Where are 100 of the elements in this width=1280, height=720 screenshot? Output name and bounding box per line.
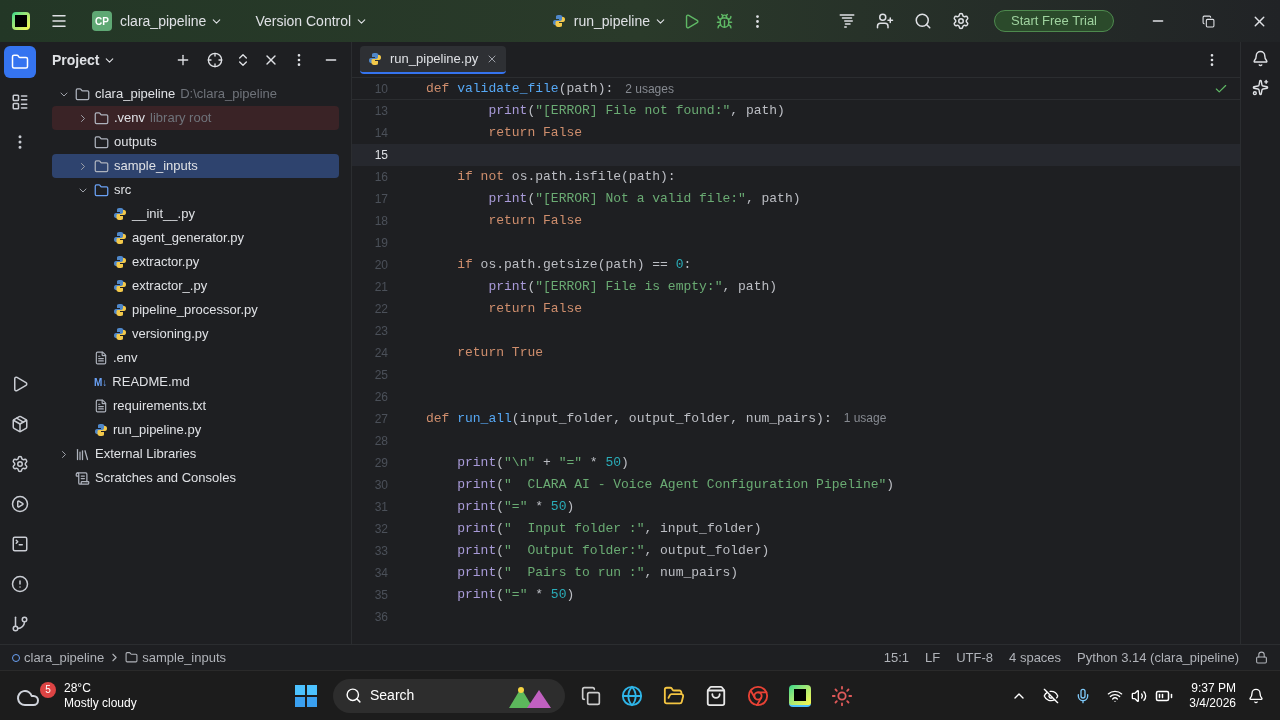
tree-item[interactable]: sample_inputs [52,154,339,178]
item-label: pipeline_processor.py [132,301,258,320]
item-label: sample_inputs [114,157,198,176]
item-label: README.md [112,373,190,392]
volume-icon[interactable] [1131,687,1148,704]
file-explorer-icon[interactable] [663,684,685,707]
folder-icon [94,110,109,126]
weather-badge: 5 [40,681,56,698]
python-file-icon [113,327,127,341]
code-line: print("[ERROR] File not found:", path) [487,102,785,121]
status-item[interactable]: UTF-8 [956,647,994,668]
task-view-icon[interactable] [581,685,601,706]
tree-item[interactable]: agent_generator.py [52,226,339,250]
item-label: outputs [114,133,157,152]
project-tool-icon[interactable] [4,46,36,78]
clock-time[interactable]: 9:37 PM [1191,680,1236,696]
notifications-icon[interactable] [1252,50,1269,67]
code-line: print("[ERROR] Not a valid file:", path) [487,190,801,209]
status-item[interactable]: 15:1 [883,647,910,668]
item-label: versioning.py [132,325,209,344]
editor-tab[interactable]: run_pipeline.py [360,45,507,74]
text-file-icon [94,351,108,365]
version-control-menu[interactable]: Version Control [255,10,369,32]
item-label: External Libraries [95,445,197,464]
start-icon[interactable] [295,684,317,707]
ai-chat-icon[interactable] [1252,79,1269,96]
item-label: run_pipeline.py [113,421,202,440]
tree-item[interactable]: extractor.py [52,250,339,274]
new-file-icon[interactable] [175,52,191,68]
add-user-icon[interactable] [876,12,895,30]
debug-icon[interactable] [716,12,734,30]
tree-item[interactable]: __init__.py [52,202,339,226]
weather-condition: Mostly cloudy [64,695,137,711]
python-file-icon [94,423,108,437]
restore-icon[interactable] [1202,14,1215,28]
app-logo[interactable] [12,12,30,30]
taskbar-search[interactable]: Search [333,678,565,713]
code-line: print(" Output folder:", output_folder) [456,542,770,561]
code-line: print("[ERROR] File is empty:", path) [487,278,778,297]
panel-title[interactable]: Project [52,49,100,71]
code-line: if not os.path.isfile(path): [456,168,676,187]
code-line: return False [487,212,583,231]
breadcrumb[interactable]: sample_inputs [142,647,227,668]
code-line: print(" Input folder :", input_folder) [456,520,762,539]
start-trial-button[interactable]: Start Free Trial [994,10,1114,32]
code-line: def validate_file(path): [426,79,614,98]
notification-icon[interactable] [1248,687,1264,704]
breadcrumb[interactable]: clara_pipeline [24,647,105,668]
menu-icon[interactable] [50,12,68,30]
code-line: print(" CLARA AI - Voice Agent Configuration Pipeline") [456,476,895,495]
item-label: extractor_.py [132,277,208,296]
item-label: Scratches and Consoles [95,469,236,488]
code-line: print("\n" + "=" * 50) [456,454,629,473]
tree-item[interactable]: .env [52,346,339,370]
item-label: src [114,181,132,200]
tree-item[interactable]: outputs [52,130,339,154]
search-icon [345,687,362,704]
item-label: clara_pipeline [95,85,176,104]
code-line: def run_all(input_folder, output_folder, num_pairs): 1 usage [426,410,887,429]
tree-item[interactable]: pipeline_processor.py [52,298,339,322]
tree-item[interactable]: extractor_.py [52,274,339,298]
code-line: print("=" * 50) [456,498,575,517]
folder-icon [94,182,109,198]
code-line: if os.path.getsize(path) == 0: [456,256,692,275]
tree-item[interactable]: Scratches and Consoles [52,466,339,490]
status-item[interactable]: Python 3.14 (clara_pipeline) [1077,647,1239,668]
python-file-icon [113,279,127,293]
library-icon [75,446,90,462]
tree-item[interactable]: .venv library root [52,106,339,130]
project-badge: CP [92,11,112,31]
python-file-icon [113,255,127,269]
code-line: return True [456,344,544,363]
tree-item[interactable]: requirements.txt [52,394,339,418]
status-item[interactable]: LF [925,647,941,668]
python-file-icon [113,231,127,245]
folder-icon [94,158,109,174]
status-item[interactable]: 4 spaces [1009,647,1062,668]
clock-date[interactable]: 3/4/2026 [1189,695,1236,711]
temperature: 28°C [64,680,92,696]
lock-icon[interactable] [1255,651,1268,664]
tree-item[interactable]: External Libraries [52,442,339,466]
tray-app-icon[interactable] [1043,687,1060,704]
pycharm-icon[interactable] [789,684,811,707]
tree-item[interactable]: src [52,178,339,202]
item-label: .venv [114,109,146,128]
usage-hint: 2 usages [625,80,674,98]
run-icon[interactable] [683,12,701,30]
settings-icon[interactable] [952,12,971,30]
search-icon[interactable] [914,12,933,30]
locate-icon[interactable] [207,52,223,68]
item-label: .env [113,349,138,368]
tree-item[interactable]: run_pipeline.py [52,418,339,442]
tree-item[interactable]: M↓ README.md [52,370,339,394]
item-hint: library root [150,109,212,128]
store-icon[interactable] [705,684,727,707]
tree-item[interactable]: versioning.py [52,322,339,346]
tree-item[interactable]: clara_pipeline D:\clara_pipeline [52,82,339,106]
project-switcher[interactable]: clara_pipeline [120,10,224,32]
chrome-icon[interactable] [747,684,769,707]
run-config-selector[interactable]: run_pipeline [573,10,668,32]
